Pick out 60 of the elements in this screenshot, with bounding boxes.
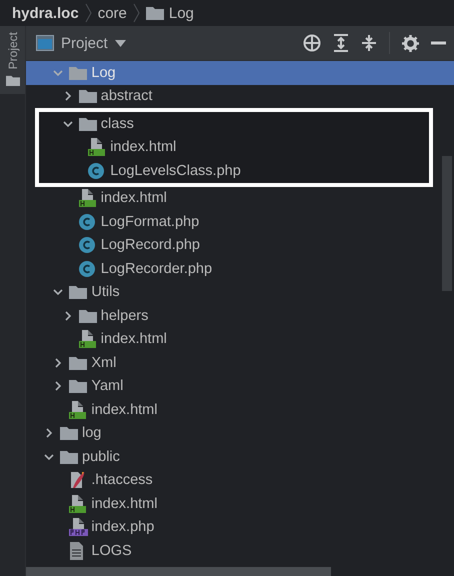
folder-icon <box>69 285 88 300</box>
tree-item[interactable]: LogLevelsClass.php <box>39 159 429 182</box>
tree-item[interactable]: abstract <box>26 84 454 108</box>
folder-icon <box>146 6 164 20</box>
minimize-icon[interactable] <box>431 41 446 45</box>
folder-icon <box>60 426 78 440</box>
folder-icon <box>78 308 97 323</box>
settings-icon[interactable] <box>402 34 419 52</box>
target-icon[interactable] <box>303 34 321 52</box>
breadcrumb-item[interactable]: core <box>98 4 127 22</box>
folder-icon <box>69 66 88 80</box>
folder-icon <box>78 116 97 131</box>
collapse-all-icon[interactable] <box>361 34 377 52</box>
horizontal-scrollbar[interactable] <box>26 567 331 576</box>
expand-all-icon[interactable] <box>333 34 349 52</box>
tree-item[interactable]: Utils <box>26 280 454 304</box>
tree-item[interactable]: LogRecorder.php <box>26 257 454 280</box>
tree-item[interactable]: Log <box>26 61 454 84</box>
tree-item[interactable]: Yaml <box>26 374 454 398</box>
chevron-separator-icon <box>132 3 140 23</box>
breadcrumb-item[interactable]: Log <box>146 4 194 22</box>
class-icon <box>78 237 95 254</box>
html-file-icon <box>69 494 86 513</box>
html-file-icon <box>78 189 96 208</box>
breadcrumb-item[interactable]: hydra.loc <box>12 4 79 22</box>
php-file-icon <box>69 518 88 536</box>
folder-icon <box>6 75 20 86</box>
chevron-separator-icon <box>84 3 92 23</box>
tree-item[interactable]: .htaccess <box>26 468 454 492</box>
folder-icon <box>78 89 97 104</box>
tree-item[interactable]: index.html <box>26 328 454 351</box>
vertical-scrollbar[interactable] <box>442 156 452 291</box>
class-icon <box>78 260 95 277</box>
tree-item[interactable]: LOGS <box>26 539 454 562</box>
text-file-icon <box>69 542 84 560</box>
class-icon <box>88 162 104 179</box>
project-view-dropdown[interactable]: Project <box>36 34 126 52</box>
folder-icon <box>69 356 88 370</box>
folder-icon <box>60 450 78 464</box>
tree-item[interactable]: index.html <box>26 398 454 422</box>
project-tool-tab[interactable]: Project <box>0 26 25 94</box>
tree-item[interactable]: helpers <box>26 304 454 328</box>
class-icon <box>78 214 95 230</box>
tree-item[interactable]: LogFormat.php <box>26 210 454 234</box>
tree-item[interactable]: index.html <box>26 186 454 210</box>
html-file-icon <box>69 400 86 419</box>
window-icon <box>36 35 54 51</box>
tree-item[interactable]: index.html <box>39 136 429 159</box>
tree-item[interactable]: Xml <box>26 351 454 374</box>
tree-item[interactable]: public <box>26 445 454 468</box>
feather-file-icon <box>69 471 86 490</box>
tree-item[interactable]: index.html <box>26 492 454 516</box>
dropdown-arrow-icon <box>114 40 126 46</box>
folder-icon <box>69 379 88 394</box>
html-file-icon <box>78 330 96 348</box>
tree-item[interactable]: class <box>39 112 429 136</box>
tree-item[interactable]: index.php <box>26 516 454 539</box>
tree-item[interactable]: LogRecord.php <box>26 234 454 257</box>
tree-item[interactable]: log <box>26 422 454 445</box>
html-file-icon <box>88 138 106 156</box>
